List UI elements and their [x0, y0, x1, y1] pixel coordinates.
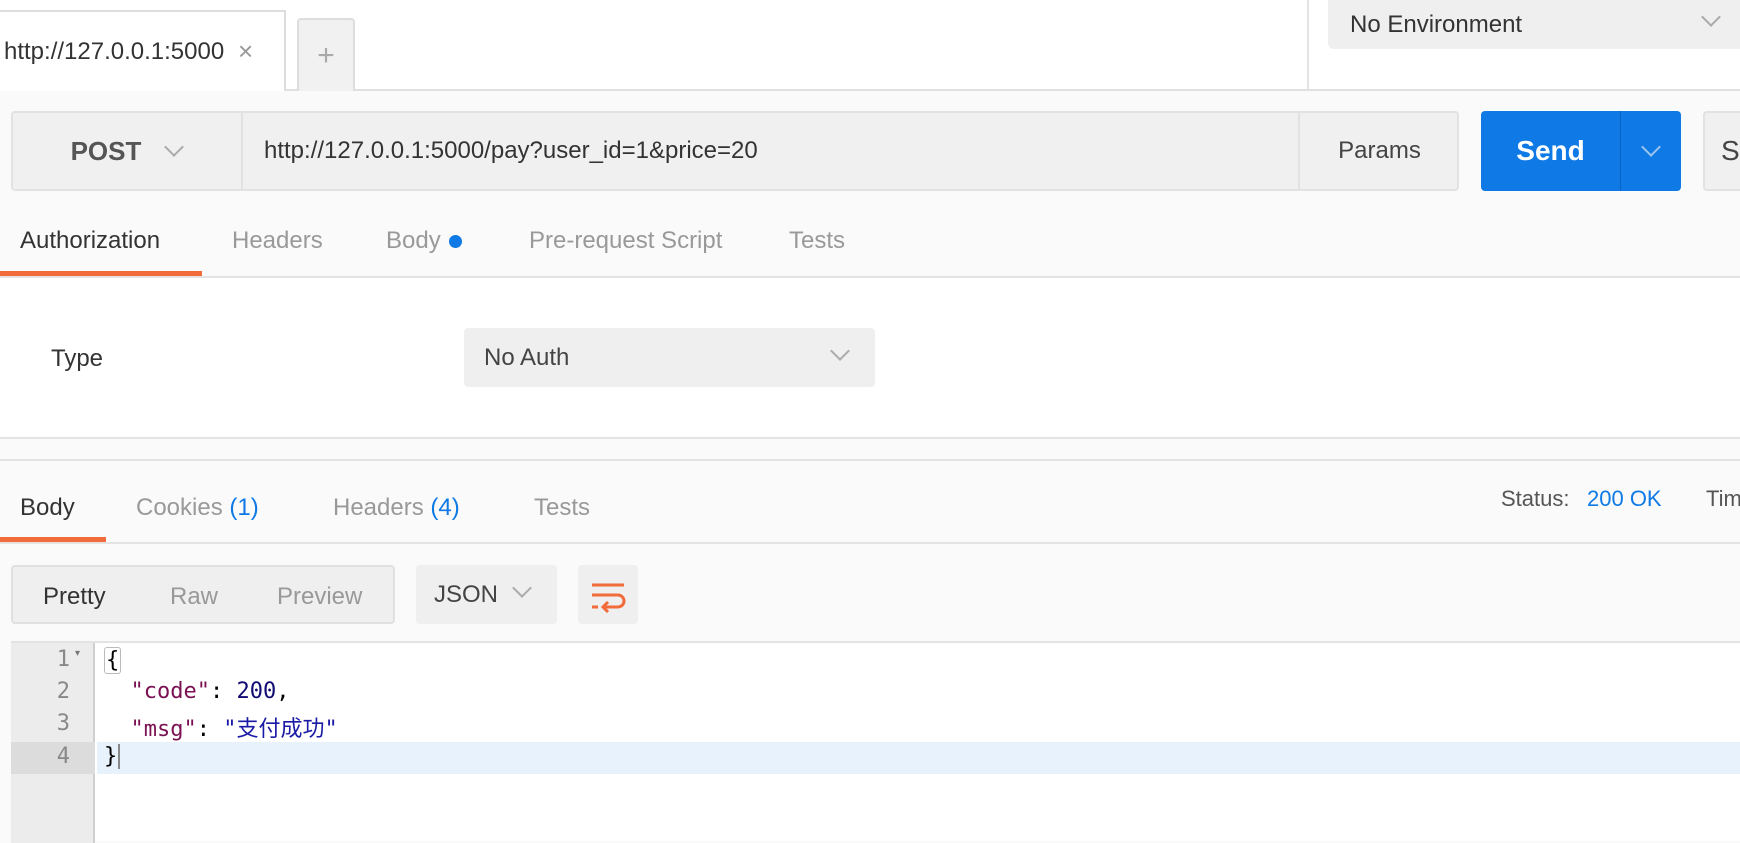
fold-arrow-icon[interactable]: ▾ [75, 648, 80, 659]
chevron-down-icon [1701, 7, 1721, 27]
json-value: "支付成功" [223, 717, 338, 742]
chevron-down-icon [1641, 137, 1661, 157]
cookies-count: (1) [229, 494, 259, 521]
divider [0, 459, 1740, 461]
line-number: 3 [56, 711, 70, 736]
divider [0, 542, 1740, 544]
line-number: 4 [56, 744, 70, 769]
code-open-brace: { [104, 647, 122, 674]
environment-select[interactable]: No Environment [1328, 0, 1740, 49]
tab-response-tests[interactable]: Tests [534, 494, 590, 522]
code-line: "code": 200, [130, 679, 290, 704]
line-number: 1 [56, 647, 70, 672]
tab-response-body[interactable]: Body [20, 494, 75, 522]
tab-tests[interactable]: Tests [789, 227, 845, 255]
send-label: Send [1516, 135, 1585, 166]
headers-count: (4) [430, 494, 460, 521]
chevron-down-icon [830, 341, 850, 361]
tab-headers[interactable]: Headers [232, 227, 323, 255]
time-label: Tim [1706, 486, 1740, 511]
close-brace: } [104, 744, 118, 769]
environment-label: No Environment [1350, 10, 1523, 38]
tab-cookies[interactable]: Cookies (1) [136, 494, 259, 522]
send-options-button[interactable] [1620, 111, 1681, 191]
text-cursor [118, 744, 134, 769]
status-value: 200 OK [1587, 486, 1662, 511]
active-line-highlight [97, 742, 1740, 774]
method-select[interactable]: POST [11, 111, 243, 191]
code-line: "msg": "支付成功" [130, 717, 338, 742]
method-label: POST [70, 135, 142, 166]
tab-body[interactable]: Body [386, 227, 462, 255]
request-tabs: Authorization Headers Body Pre-request S… [0, 223, 1000, 259]
divider [0, 437, 1740, 439]
tab-pre-request-script[interactable]: Pre-request Script [529, 227, 722, 255]
auth-type-select[interactable]: No Auth [464, 328, 875, 387]
view-mode-group: Pretty Raw Preview [11, 565, 395, 624]
json-key: "msg" [130, 717, 197, 742]
request-tab[interactable]: http://127.0.0.1:5000 × [0, 10, 286, 91]
chevron-down-icon [512, 578, 532, 598]
headers-label: Headers [333, 494, 424, 521]
tab-authorization[interactable]: Authorization [20, 227, 160, 255]
save-button[interactable]: Sa [1703, 111, 1740, 191]
divider [1307, 0, 1309, 89]
format-select[interactable]: JSON [416, 565, 557, 624]
status-label: Status: [1501, 486, 1570, 511]
code-close-brace: } [104, 744, 134, 769]
request-tab-title: http://127.0.0.1:5000 [4, 37, 224, 65]
json-key: "code" [130, 679, 210, 704]
send-button[interactable]: Send [1481, 111, 1681, 191]
auth-type-value: No Auth [484, 343, 570, 371]
pretty-button[interactable]: Pretty [43, 583, 106, 611]
tab-body-label: Body [386, 227, 441, 254]
chevron-down-icon [164, 137, 185, 157]
modified-dot-icon [448, 235, 462, 249]
preview-button[interactable]: Preview [277, 583, 362, 611]
type-label: Type [51, 345, 104, 372]
tab-response-headers[interactable]: Headers (4) [333, 494, 460, 522]
response-tabs: Body Cookies (1) Headers (4) Tests Statu… [0, 486, 1740, 526]
json-value: 200 [236, 679, 277, 704]
url-input[interactable]: http://127.0.0.1:5000/pay?user_id=1&pric… [264, 111, 758, 191]
raw-button[interactable]: Raw [170, 583, 218, 611]
new-tab-button[interactable]: + [297, 18, 355, 91]
wrap-lines-button[interactable] [578, 565, 638, 624]
format-label: JSON [434, 580, 499, 608]
cookies-label: Cookies [136, 494, 223, 521]
params-button[interactable]: Params [1298, 111, 1459, 191]
wrap-icon [592, 583, 626, 614]
close-icon[interactable]: × [238, 36, 253, 67]
line-number: 2 [56, 679, 70, 704]
